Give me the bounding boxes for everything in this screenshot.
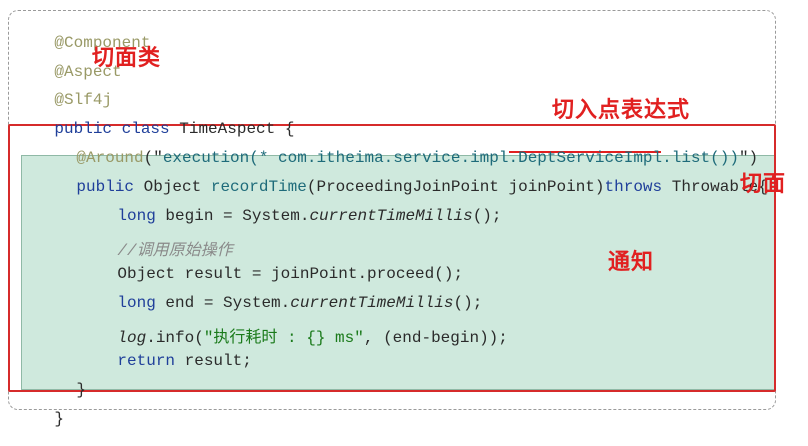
label-pointcut-expression: 切入点表达式 [552, 98, 691, 123]
label-advice: 通知 [608, 250, 655, 275]
code-line-12: return result; [117, 352, 252, 370]
code-line-14: } [54, 410, 65, 428]
label-aspect: 切面 [740, 172, 787, 197]
label-aspect-class: 切面类 [92, 46, 162, 71]
